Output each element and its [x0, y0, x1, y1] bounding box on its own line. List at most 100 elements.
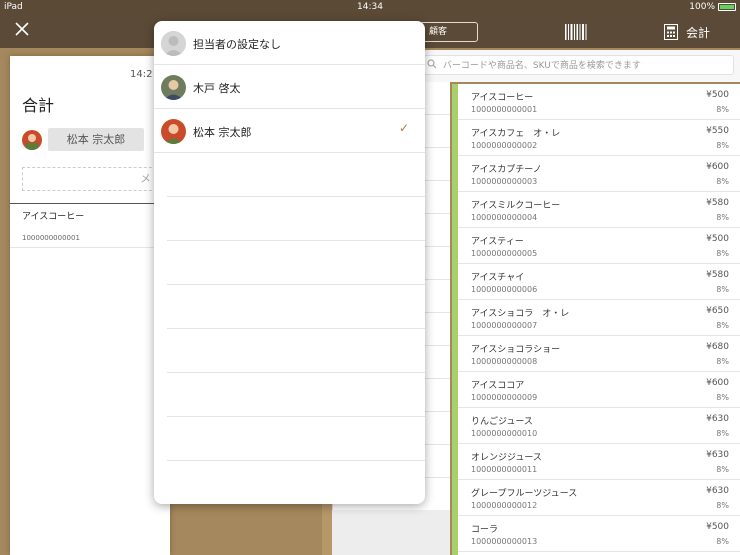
product-tax: 8%	[716, 141, 729, 150]
staff-option-label: 木戸 啓太	[193, 82, 241, 95]
staff-popover: 担当者の設定なし 木戸 啓太 松本 宗太郎 ✓	[154, 21, 425, 504]
product-row[interactable]: アイスコーヒー 1000000000001 ¥500 8%	[458, 84, 740, 120]
empty-row	[167, 241, 425, 285]
calculator-icon	[664, 24, 678, 40]
staff-option-matsumoto[interactable]: 松本 宗太郎 ✓	[154, 109, 425, 153]
product-sku: 1000000000012	[471, 501, 538, 510]
product-tax: 8%	[716, 465, 729, 474]
staff-option-kido[interactable]: 木戸 啓太	[154, 65, 425, 109]
product-name: コーラ	[471, 525, 499, 535]
product-row[interactable]: アイスカプチーノ 1000000000003 ¥600 8%	[458, 156, 740, 192]
category-footer	[332, 510, 450, 555]
staff-option-label: 担当者の設定なし	[193, 38, 281, 51]
product-price: ¥630	[706, 414, 729, 424]
status-bar: iPad 14:34 100%	[0, 0, 740, 14]
product-row[interactable]: アイスココア 1000000000009 ¥600 8%	[458, 372, 740, 408]
product-row[interactable]: コーラ 1000000000013 ¥500 8%	[458, 516, 740, 552]
product-name: アイスカプチーノ	[471, 165, 542, 175]
product-sku: 1000000000013	[471, 537, 538, 546]
product-price: ¥630	[706, 450, 729, 460]
product-tax: 8%	[716, 537, 729, 546]
search-placeholder: バーコードや商品名、SKUで商品を検索できます	[442, 61, 641, 71]
product-tax: 8%	[716, 177, 729, 186]
product-row[interactable]: アイスミルクコーヒー 1000000000004 ¥580 8%	[458, 192, 740, 228]
product-price: ¥500	[706, 234, 729, 244]
product-name: アイスコーヒー	[471, 93, 534, 103]
product-sku: 1000000000009	[471, 393, 538, 402]
search-input[interactable]: バーコードや商品名、SKUで商品を検索できます	[418, 55, 734, 75]
person-placeholder-icon	[161, 31, 186, 56]
product-price: ¥600	[706, 378, 729, 388]
product-price: ¥500	[706, 522, 729, 532]
checkmark-icon: ✓	[398, 121, 409, 135]
product-name: アイスカフェ オ・レ	[471, 129, 561, 139]
receipt-item-name[interactable]: アイスコーヒー	[22, 209, 84, 222]
checkout-label: 会計	[686, 25, 711, 40]
battery-percent: 100%	[689, 2, 715, 12]
divider	[322, 500, 332, 555]
product-sku: 1000000000011	[471, 465, 538, 474]
product-price: ¥630	[706, 486, 729, 496]
product-list: アイスコーヒー 1000000000001 ¥500 8% アイスカフェ オ・レ 1000…	[452, 84, 740, 555]
staff-option-label: 松本 宗太郎	[193, 126, 252, 139]
product-tax: 8%	[716, 321, 729, 330]
battery-icon	[718, 3, 736, 11]
product-price: ¥580	[706, 270, 729, 280]
product-row[interactable]: グレープフルーツジュース 1000000000012 ¥630 8%	[458, 480, 740, 516]
product-tax: 8%	[716, 213, 729, 222]
product-row[interactable]: アイスティー 1000000000005 ¥500 8%	[458, 228, 740, 264]
product-tax: 8%	[716, 285, 729, 294]
staff-name-chip[interactable]: 松本 宗太郎	[48, 128, 144, 151]
close-icon	[15, 22, 29, 36]
product-tax: 8%	[716, 429, 729, 438]
product-row[interactable]: りんごジュース 1000000000010 ¥630 8%	[458, 408, 740, 444]
product-row[interactable]: アイスチャイ 1000000000006 ¥580 8%	[458, 264, 740, 300]
product-name: アイスココア	[471, 381, 525, 391]
staff-selector[interactable]: 松本 宗太郎	[22, 128, 144, 151]
receipt-item-sku: 1000000000001	[22, 234, 80, 242]
product-price: ¥550	[706, 126, 729, 136]
product-price: ¥600	[706, 162, 729, 172]
product-price: ¥650	[706, 306, 729, 316]
empty-row	[167, 153, 425, 197]
avatar	[161, 75, 186, 100]
divider	[10, 247, 160, 248]
product-row[interactable]: アイスショコラ オ・レ 1000000000007 ¥650 8%	[458, 300, 740, 336]
customer-button[interactable]: 顧客	[420, 22, 478, 42]
product-price: ¥580	[706, 198, 729, 208]
memo-field[interactable]: メ	[22, 167, 162, 191]
search-icon	[427, 59, 437, 69]
product-tax: 8%	[716, 501, 729, 510]
product-tax: 8%	[716, 357, 729, 366]
receipt-time: 14:2	[130, 69, 153, 80]
receipt-total-title: 合計	[22, 96, 55, 115]
product-sku: 1000000000006	[471, 285, 538, 294]
checkout-button[interactable]: 会計	[664, 21, 710, 43]
empty-row	[167, 285, 425, 329]
product-row[interactable]: アイスカフェ オ・レ 1000000000002 ¥550 8%	[458, 120, 740, 156]
product-price: ¥500	[706, 90, 729, 100]
product-name: アイスチャイ	[471, 273, 525, 283]
empty-row	[167, 197, 425, 241]
staff-option-none[interactable]: 担当者の設定なし	[154, 21, 425, 65]
product-tax: 8%	[716, 105, 729, 114]
product-name: りんごジュース	[471, 417, 533, 427]
product-sku: 1000000000007	[471, 321, 538, 330]
divider	[10, 203, 160, 204]
product-price: ¥680	[706, 342, 729, 352]
empty-row	[167, 461, 425, 504]
product-sku: 1000000000008	[471, 357, 538, 366]
empty-row	[167, 329, 425, 373]
avatar	[161, 119, 186, 144]
product-name: アイスミルクコーヒー	[471, 201, 561, 211]
product-name: グレープフルーツジュース	[471, 489, 578, 499]
barcode-scan-button[interactable]	[564, 22, 588, 42]
product-name: アイスショコラショー	[471, 345, 561, 355]
avatar	[22, 129, 42, 150]
product-sku: 1000000000001	[471, 105, 538, 114]
product-row[interactable]: オレンジジュース 1000000000011 ¥630 8%	[458, 444, 740, 480]
product-name: アイスショコラ オ・レ	[471, 309, 570, 319]
close-button[interactable]	[12, 20, 32, 40]
product-row[interactable]: アイスショコラショー 1000000000008 ¥680 8%	[458, 336, 740, 372]
product-sku: 1000000000002	[471, 141, 538, 150]
